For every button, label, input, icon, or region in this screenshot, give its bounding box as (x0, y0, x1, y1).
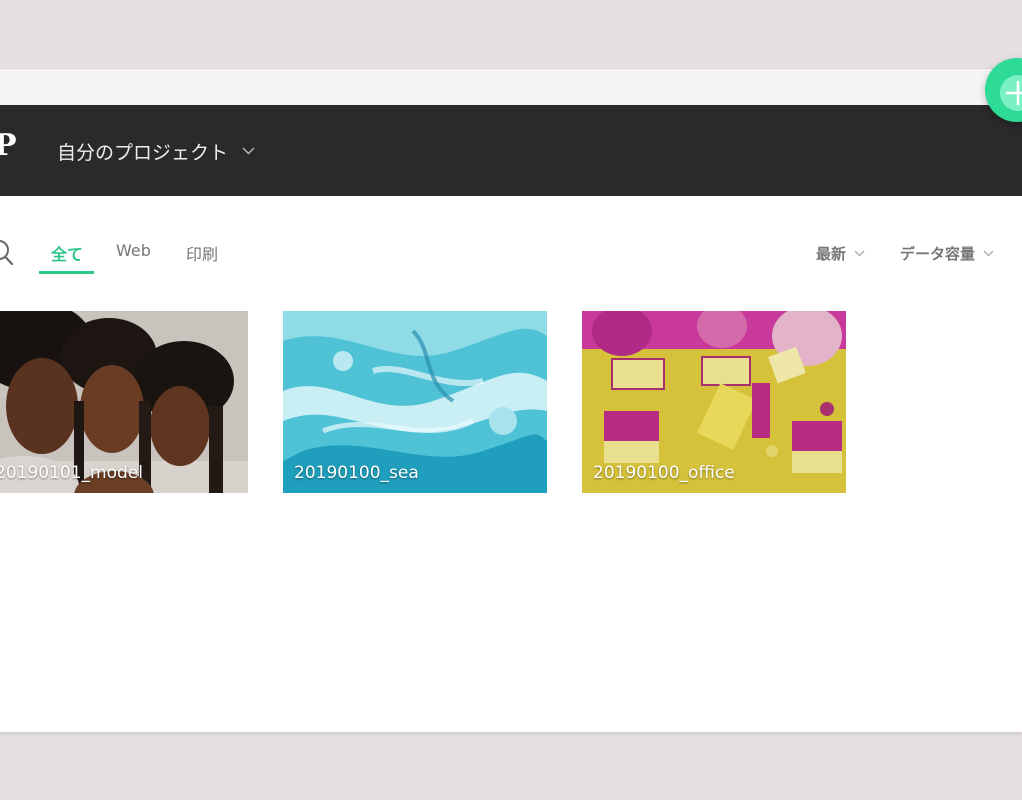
active-tab-indicator (39, 271, 94, 274)
tab-print[interactable]: 印刷 (186, 241, 218, 265)
project-name: 20190101_model (0, 463, 143, 483)
chevron-down-icon (983, 250, 994, 256)
project-name: 20190100_sea (294, 463, 419, 483)
tab-web[interactable]: Web (116, 241, 151, 265)
tab-all[interactable]: 全て (51, 241, 83, 265)
data-capacity-label: データ容量 (900, 244, 976, 263)
app-header: P 自分のプロジェクト (0, 105, 1022, 196)
project-card[interactable]: 20190100_office (582, 311, 846, 493)
project-card[interactable]: 20190101_model (0, 311, 248, 493)
logo[interactable]: P (0, 127, 17, 165)
browser-toolbar (0, 68, 1022, 105)
project-selector-label: 自分のプロジェクト (57, 141, 229, 164)
chevron-down-icon (242, 147, 255, 155)
project-selector[interactable]: 自分のプロジェクト (57, 139, 255, 164)
plus-icon (1006, 81, 1022, 105)
app-window: P 自分のプロジェクト 全て Web 印刷 最新 データ容量 20190101_… (0, 105, 1022, 732)
project-name: 20190100_office (593, 463, 735, 483)
sort-order-dropdown[interactable]: 最新 (816, 241, 865, 265)
chevron-down-icon (854, 250, 865, 256)
data-capacity-dropdown[interactable]: データ容量 (900, 241, 994, 265)
search-icon[interactable] (0, 237, 16, 267)
sort-order-label: 最新 (816, 244, 847, 263)
project-card[interactable]: 20190100_sea (283, 311, 547, 493)
